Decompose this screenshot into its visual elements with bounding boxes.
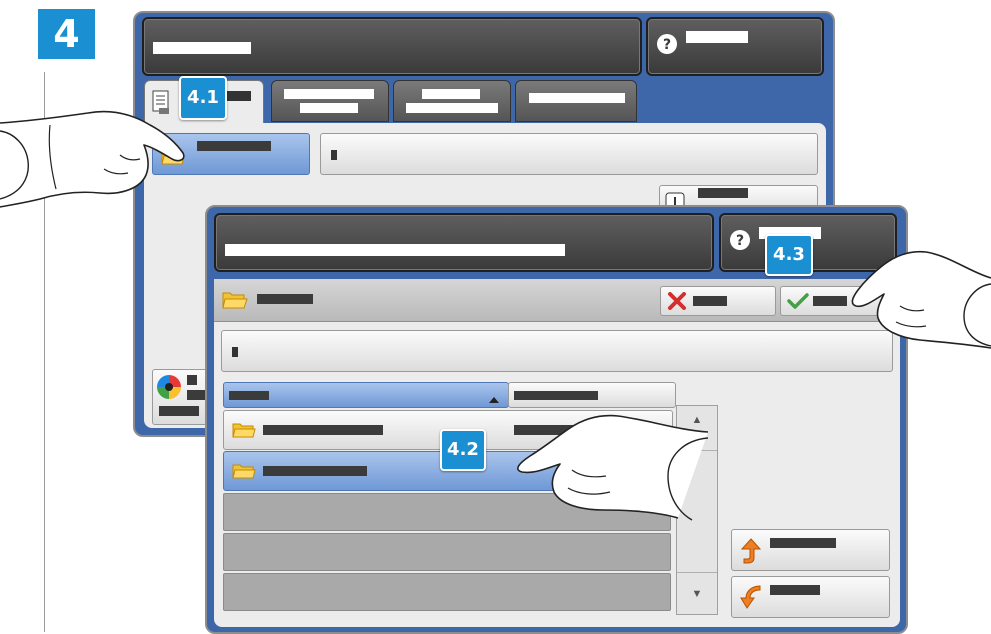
folder-path-field[interactable] bbox=[221, 330, 893, 372]
info-label bbox=[698, 188, 748, 198]
step-number-badge: 4 bbox=[38, 9, 95, 59]
list-scrollbar[interactable]: ▲ ▼ bbox=[676, 405, 718, 615]
sort-ascending-icon bbox=[488, 391, 500, 409]
callout-4-3: 4.3 bbox=[765, 234, 813, 276]
folder-row-selected-name bbox=[263, 466, 367, 476]
destination-path-field[interactable] bbox=[320, 133, 818, 175]
tab-2-label-line1 bbox=[284, 89, 374, 99]
dialog-panel: ▲ ▼ bbox=[214, 279, 900, 627]
svg-text:?: ? bbox=[663, 37, 671, 53]
folder-row-name bbox=[263, 425, 383, 435]
color-wheel-icon bbox=[156, 374, 182, 405]
folder-icon bbox=[232, 421, 256, 444]
scroll-up-button[interactable]: ▲ bbox=[677, 414, 717, 426]
dialog-toolbar-title bbox=[257, 294, 313, 304]
move-back-icon bbox=[740, 584, 762, 615]
output-color-label-a bbox=[187, 375, 197, 385]
output-color-label-b bbox=[187, 390, 205, 400]
document-icon bbox=[151, 90, 173, 121]
empty-row bbox=[223, 493, 671, 531]
dialog-title-text bbox=[225, 244, 565, 256]
back-title-text bbox=[153, 42, 251, 54]
ok-icon bbox=[787, 292, 809, 315]
name-column-label bbox=[229, 391, 269, 400]
tab-4-label bbox=[529, 93, 625, 103]
name-column-header[interactable] bbox=[223, 382, 509, 408]
tab-4[interactable] bbox=[515, 80, 637, 122]
help-icon: ? bbox=[656, 33, 678, 60]
help-label bbox=[686, 31, 748, 43]
step-divider bbox=[44, 72, 45, 632]
go-back-label bbox=[770, 585, 820, 595]
go-back-button[interactable] bbox=[731, 576, 890, 618]
scroll-divider bbox=[677, 450, 717, 451]
file-destination-button[interactable] bbox=[152, 133, 310, 175]
file-destination-label bbox=[197, 141, 271, 151]
tab-2-label-line2 bbox=[300, 103, 358, 113]
callout-4-2: 4.2 bbox=[440, 429, 486, 471]
folder-icon bbox=[222, 290, 248, 315]
callout-4-1: 4.1 bbox=[179, 76, 227, 120]
back-title-bar bbox=[142, 17, 642, 76]
cancel-icon bbox=[667, 292, 687, 315]
svg-text:?: ? bbox=[736, 233, 744, 249]
output-color-label-c bbox=[159, 406, 199, 416]
tab-3-label-line1 bbox=[422, 89, 480, 99]
text-cursor bbox=[331, 150, 337, 160]
date-column-label bbox=[514, 391, 598, 400]
help-icon: ? bbox=[729, 229, 751, 256]
folder-row-date bbox=[514, 425, 624, 435]
go-up-label bbox=[770, 538, 836, 548]
move-up-icon bbox=[740, 538, 762, 569]
cancel-label bbox=[693, 296, 727, 306]
date-column-header[interactable] bbox=[508, 382, 676, 408]
tab-3[interactable] bbox=[393, 80, 511, 122]
ok-label bbox=[813, 296, 847, 306]
tab-2[interactable] bbox=[271, 80, 389, 122]
tab-3-label-line2 bbox=[406, 103, 498, 113]
cancel-button[interactable] bbox=[660, 286, 776, 316]
empty-row bbox=[223, 533, 671, 571]
dialog-title-bar bbox=[214, 213, 714, 272]
go-up-button[interactable] bbox=[731, 529, 890, 571]
scroll-down-button[interactable]: ▼ bbox=[677, 588, 717, 600]
ok-button[interactable] bbox=[780, 286, 894, 316]
folder-icon bbox=[161, 148, 185, 171]
dialog-toolbar bbox=[214, 279, 900, 322]
empty-row bbox=[223, 573, 671, 611]
scroll-divider bbox=[677, 572, 717, 573]
back-help-button[interactable]: ? bbox=[646, 17, 824, 76]
folder-icon bbox=[232, 462, 256, 485]
text-cursor bbox=[232, 347, 238, 357]
